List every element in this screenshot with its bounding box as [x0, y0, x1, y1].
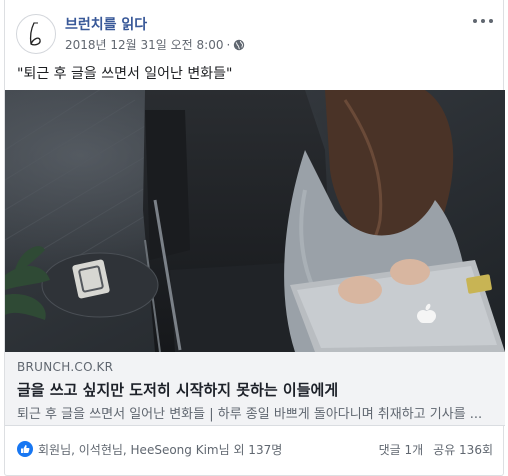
like-icon[interactable] — [17, 441, 33, 457]
globe-icon[interactable] — [233, 39, 245, 51]
post-meta: 2018년 12월 31일 오전 8:00 · — [65, 36, 245, 53]
link-preview[interactable]: BRUNCH.CO.KR 글을 쓰고 싶지만 도저히 시작하지 못하는 이들에게… — [5, 352, 505, 426]
page-name-link[interactable]: 브런치를 읽다 — [65, 14, 147, 34]
link-domain: BRUNCH.CO.KR — [17, 360, 114, 374]
more-options-icon[interactable] — [473, 14, 493, 28]
brunch-logo-icon — [29, 22, 41, 46]
post-header: 브런치를 읽다 2018년 12월 31일 오전 8:00 · — [5, 0, 505, 58]
link-title[interactable]: 글을 쓰고 싶지만 도저히 시작하지 못하는 이들에게 — [17, 379, 338, 400]
more-dot — [473, 19, 477, 23]
more-dot — [481, 19, 485, 23]
more-dot — [489, 19, 493, 23]
reactions-bar: 회원님, 이석현님, HeeSeong Kim님 외 137명 댓글 1개 공유… — [5, 426, 505, 472]
link-description: 퇴근 후 글을 쓰면서 일어난 변화들 | 하루 종일 바쁘게 돌아다니며 취재… — [17, 407, 483, 422]
comment-count[interactable]: 댓글 1개 — [379, 441, 424, 458]
link-preview-image[interactable] — [5, 90, 505, 352]
woman-laptop-photo — [5, 90, 505, 352]
engagement-counts: 댓글 1개 공유 136회 — [379, 441, 493, 458]
share-count[interactable]: 공유 136회 — [433, 441, 493, 458]
meta-separator: · — [226, 37, 231, 52]
post-text: "퇴근 후 글을 쓰면서 일어난 변화들" — [17, 66, 233, 82]
post-card: 브런치를 읽다 2018년 12월 31일 오전 8:00 · "퇴근 후 글을… — [4, 0, 505, 476]
page-avatar[interactable] — [16, 14, 56, 54]
reactors-summary[interactable]: 회원님, 이석현님, HeeSeong Kim님 외 137명 — [38, 441, 282, 458]
post-timestamp[interactable]: 2018년 12월 31일 오전 8:00 — [65, 36, 223, 53]
thumbs-up-icon — [21, 445, 30, 453]
